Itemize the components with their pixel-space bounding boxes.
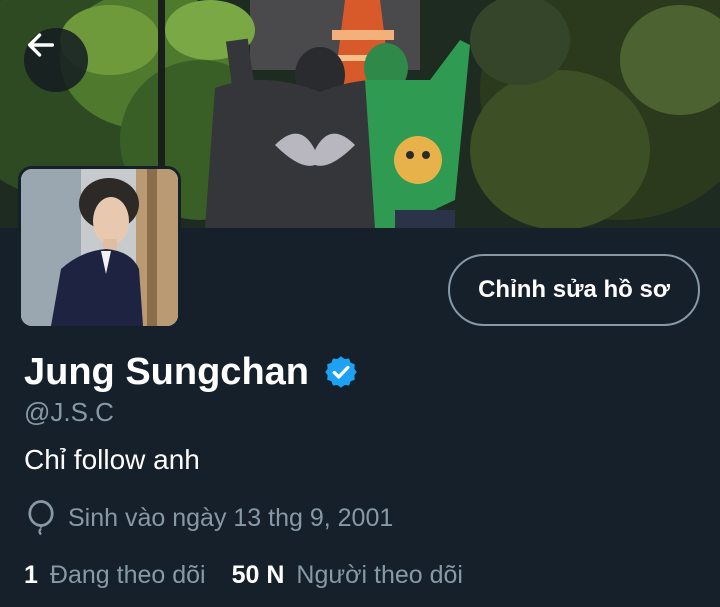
display-name-row: Jung Sungchan [24,348,359,396]
followers-count: 50 N [231,561,285,589]
followers-label: Người theo dõi [296,561,463,589]
following-count: 1 [24,561,38,589]
avatar[interactable] [18,166,181,329]
profile-page: Chỉnh sửa hồ sơ Jung Sungchan @J.S.C Chỉ… [0,0,720,607]
balloon-icon [28,500,54,536]
following-label: Đang theo dõi [49,561,206,589]
back-button[interactable] [24,28,88,92]
following-link[interactable]: 1 Đang theo dõi [24,558,206,592]
avatar-photo [21,169,178,326]
display-name: Jung Sungchan [24,351,309,393]
birthday-row: Sinh vào ngày 13 thg 9, 2001 [26,500,393,536]
verified-badge-icon [325,356,357,388]
birthday-text: Sinh vào ngày 13 thg 9, 2001 [68,504,394,532]
follow-stats: 1 Đang theo dõi 50 N Người theo dõi [24,558,463,592]
arrow-left-icon [27,33,55,57]
edit-profile-button[interactable]: Chỉnh sửa hồ sơ [448,254,700,326]
user-handle: @J.S.C [24,397,114,427]
profile-bio: Chỉ follow anh [24,444,200,475]
followers-link[interactable]: 50 N Người theo dõi [232,558,463,592]
